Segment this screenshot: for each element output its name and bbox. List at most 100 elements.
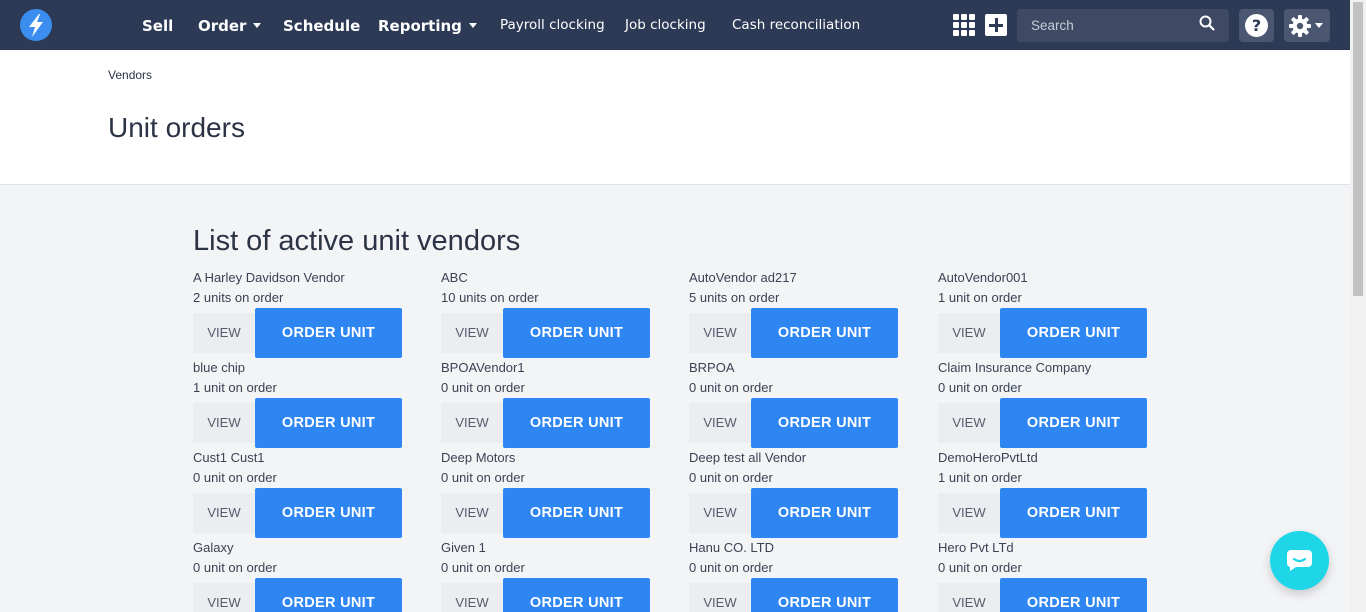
vendor-name: A Harley Davidson Vendor xyxy=(193,270,345,285)
view-button[interactable]: VIEW xyxy=(689,583,751,612)
vendor-name: AutoVendor ad217 xyxy=(689,270,797,285)
search-input[interactable] xyxy=(1017,9,1197,42)
order-unit-button[interactable]: ORDER UNIT xyxy=(1000,308,1147,358)
view-button[interactable]: VIEW xyxy=(938,313,1000,353)
chat-launcher-button[interactable] xyxy=(1270,531,1329,590)
order-unit-button[interactable]: ORDER UNIT xyxy=(1000,398,1147,448)
vendor-card: AutoVendor ad217 5 units on order VIEW O… xyxy=(689,268,929,358)
vendor-units-count: 0 unit on order xyxy=(441,380,525,395)
vendor-units-count: 0 unit on order xyxy=(938,560,1022,575)
vendor-name: Cust1 Cust1 xyxy=(193,450,265,465)
order-unit-button[interactable]: ORDER UNIT xyxy=(751,398,898,448)
view-button[interactable]: VIEW xyxy=(938,493,1000,533)
vendor-card: Hanu CO. LTD 0 unit on order VIEW ORDER … xyxy=(689,538,929,612)
view-button[interactable]: VIEW xyxy=(938,403,1000,443)
vendor-card: Hero Pvt LTd 0 unit on order VIEW ORDER … xyxy=(938,538,1178,612)
view-button[interactable]: VIEW xyxy=(193,493,255,533)
nav-cash-reconciliation[interactable]: Cash reconciliation xyxy=(732,0,860,50)
vendor-units-count: 0 unit on order xyxy=(689,380,773,395)
vendor-units-count: 10 units on order xyxy=(441,290,539,305)
view-button[interactable]: VIEW xyxy=(689,403,751,443)
nav-order[interactable]: Order xyxy=(198,0,262,50)
order-unit-button[interactable]: ORDER UNIT xyxy=(1000,578,1147,612)
vendor-card: Deep Motors 0 unit on order VIEW ORDER U… xyxy=(441,448,681,538)
nav-sell[interactable]: Sell xyxy=(142,0,173,50)
vendor-name: DemoHeroPvtLtd xyxy=(938,450,1038,465)
vendor-name: AutoVendor001 xyxy=(938,270,1028,285)
order-unit-button[interactable]: ORDER UNIT xyxy=(503,398,650,448)
chat-icon xyxy=(1286,550,1312,571)
view-button[interactable]: VIEW xyxy=(441,493,503,533)
vendor-card: Deep test all Vendor 0 unit on order VIE… xyxy=(689,448,929,538)
vendor-units-count: 0 unit on order xyxy=(689,470,773,485)
vendor-units-count: 0 unit on order xyxy=(689,560,773,575)
nav-payroll-clocking[interactable]: Payroll clocking xyxy=(500,0,605,50)
nav-reporting[interactable]: Reporting xyxy=(378,0,477,50)
vendor-name: Claim Insurance Company xyxy=(938,360,1092,375)
order-unit-button[interactable]: ORDER UNIT xyxy=(751,578,898,612)
chevron-down-icon xyxy=(468,23,477,28)
vendor-card: AutoVendor001 1 unit on order VIEW ORDER… xyxy=(938,268,1178,358)
vendor-units-count: 0 unit on order xyxy=(938,380,1022,395)
view-button[interactable]: VIEW xyxy=(193,583,255,612)
order-unit-button[interactable]: ORDER UNIT xyxy=(751,308,898,358)
nav-job-clocking[interactable]: Job clocking xyxy=(625,0,706,50)
vendor-units-count: 0 unit on order xyxy=(193,560,277,575)
order-unit-button[interactable]: ORDER UNIT xyxy=(503,578,650,612)
vendor-units-count: 0 unit on order xyxy=(193,470,277,485)
view-button[interactable]: VIEW xyxy=(441,313,503,353)
order-unit-button[interactable]: ORDER UNIT xyxy=(255,308,402,358)
page-scrollbar[interactable] xyxy=(1350,0,1366,612)
plus-icon[interactable] xyxy=(985,14,1007,36)
page-header: Vendors Unit orders xyxy=(0,50,1350,185)
order-unit-button[interactable]: ORDER UNIT xyxy=(751,488,898,538)
order-unit-button[interactable]: ORDER UNIT xyxy=(255,578,402,612)
order-unit-button[interactable]: ORDER UNIT xyxy=(1000,488,1147,538)
order-unit-button[interactable]: ORDER UNIT xyxy=(503,308,650,358)
vendor-card: BRPOA 0 unit on order VIEW ORDER UNIT xyxy=(689,358,929,448)
vendor-card: Galaxy 0 unit on order VIEW ORDER UNIT xyxy=(193,538,433,612)
order-unit-button[interactable]: ORDER UNIT xyxy=(503,488,650,538)
vendor-units-count: 1 unit on order xyxy=(938,290,1022,305)
vendor-units-count: 0 unit on order xyxy=(441,470,525,485)
vendor-name: Galaxy xyxy=(193,540,234,555)
search-icon[interactable] xyxy=(1199,15,1215,31)
vendor-units-count: 0 unit on order xyxy=(441,560,525,575)
vendor-name: Hanu CO. LTD xyxy=(689,540,775,555)
vendor-card: blue chip 1 unit on order VIEW ORDER UNI… xyxy=(193,358,433,448)
vendor-name: BPOAVendor1 xyxy=(441,360,525,375)
vendor-card: Claim Insurance Company 0 unit on order … xyxy=(938,358,1178,448)
grid-icon[interactable] xyxy=(953,14,975,36)
help-button[interactable]: ? xyxy=(1239,9,1274,42)
scrollbar-thumb[interactable] xyxy=(1353,2,1363,296)
vendor-card: Cust1 Cust1 0 unit on order VIEW ORDER U… xyxy=(193,448,433,538)
breadcrumb[interactable]: Vendors xyxy=(108,68,152,82)
order-unit-button[interactable]: ORDER UNIT xyxy=(255,488,402,538)
vendor-card: BPOAVendor1 0 unit on order VIEW ORDER U… xyxy=(441,358,681,448)
vendor-card: ABC 10 units on order VIEW ORDER UNIT xyxy=(441,268,681,358)
view-button[interactable]: VIEW xyxy=(193,403,255,443)
view-button[interactable]: VIEW xyxy=(689,493,751,533)
nav-schedule[interactable]: Schedule xyxy=(283,0,360,50)
view-button[interactable]: VIEW xyxy=(441,583,503,612)
settings-button[interactable] xyxy=(1284,9,1330,42)
view-button[interactable]: VIEW xyxy=(938,583,1000,612)
help-icon: ? xyxy=(1245,14,1268,37)
vendor-name: BRPOA xyxy=(689,360,735,375)
view-button[interactable]: VIEW xyxy=(689,313,751,353)
view-button[interactable]: VIEW xyxy=(193,313,255,353)
vendor-name: blue chip xyxy=(193,360,246,375)
chevron-down-icon xyxy=(1315,23,1323,28)
chevron-down-icon xyxy=(253,23,262,28)
section-title: List of active unit vendors xyxy=(193,225,521,257)
vendor-units-count: 1 unit on order xyxy=(938,470,1022,485)
view-button[interactable]: VIEW xyxy=(441,403,503,443)
search-box xyxy=(1017,9,1229,42)
vendor-name: Given 1 xyxy=(441,540,486,555)
vendor-name: Deep test all Vendor xyxy=(689,450,807,465)
vendor-units-count: 1 unit on order xyxy=(193,380,277,395)
lightning-bolt-icon[interactable] xyxy=(20,9,52,41)
vendor-card: A Harley Davidson Vendor 2 units on orde… xyxy=(193,268,433,358)
vendor-units-count: 5 units on order xyxy=(689,290,780,305)
order-unit-button[interactable]: ORDER UNIT xyxy=(255,398,402,448)
